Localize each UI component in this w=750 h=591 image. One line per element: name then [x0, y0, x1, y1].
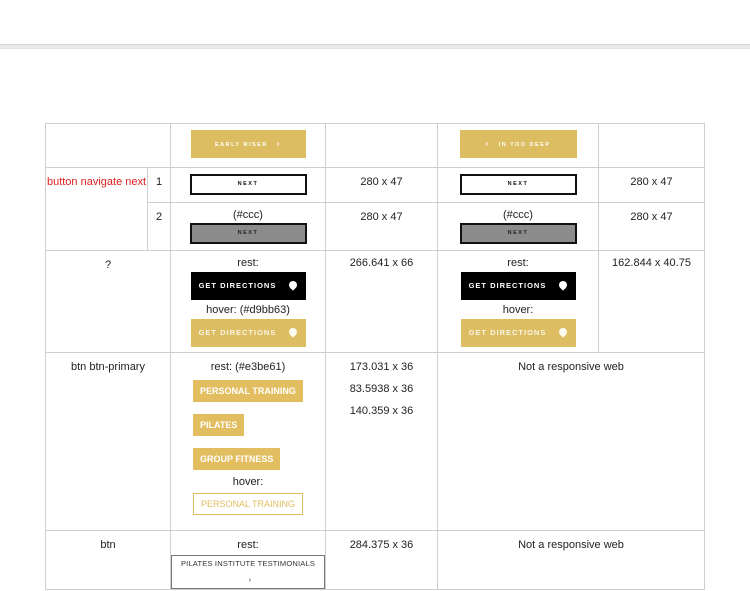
testimonials-button[interactable]: PILATES INSTITUTE TESTIMONIALS › — [171, 555, 325, 589]
table-row: btn rest: PILATES INSTITUTE TESTIMONIALS… — [45, 530, 705, 590]
next-button-gray[interactable]: NEXT — [189, 223, 307, 244]
row-label-navigate-next: button navigate next — [46, 176, 147, 188]
size-value: 280 x 47 — [630, 211, 673, 223]
variant-number: 1 — [155, 176, 163, 188]
hover-label: hover: — [232, 476, 264, 488]
get-directions-button[interactable]: GET DIRECTIONS — [460, 272, 576, 300]
next-label: NEXT — [507, 181, 529, 187]
get-directions-button-hover[interactable]: GET DIRECTIONS — [190, 319, 306, 347]
color-note: (#ccc) — [233, 209, 263, 221]
get-directions-button[interactable]: GET DIRECTIONS — [190, 272, 306, 300]
table-row: btn btn-primary rest: (#e3be61) PERSONAL… — [45, 352, 705, 531]
note-text: Not a responsive web — [518, 539, 624, 551]
rest-label: rest: — [507, 257, 529, 269]
hover-label: hover: (#d9bb63) — [206, 304, 290, 316]
early-riser-label: EARLY RISER — [214, 142, 268, 148]
map-pin-icon — [557, 326, 570, 338]
top-divider — [0, 44, 750, 49]
next-button-outline[interactable]: NEXT — [189, 174, 307, 195]
size-value: 284.375 x 36 — [349, 539, 414, 551]
rest-label: rest: — [237, 539, 259, 551]
get-directions-label: GET DIRECTIONS — [468, 281, 547, 290]
chevron-right-icon: › — [276, 139, 282, 148]
map-pin-icon — [557, 279, 570, 291]
hover-label: hover: — [502, 304, 534, 316]
size-value: 280 x 47 — [360, 176, 403, 188]
get-directions-label: GET DIRECTIONS — [198, 281, 277, 290]
testimonials-label: PILATES INSTITUTE TESTIMONIALS — [180, 559, 316, 568]
pilates-button[interactable]: PILATES — [193, 414, 245, 436]
early-riser-button[interactable]: EARLY RISER › — [190, 130, 306, 158]
personal-training-button-hover[interactable]: PERSONAL TRAINING — [193, 493, 304, 515]
note-text: Not a responsive web — [518, 361, 624, 373]
get-directions-button-hover[interactable]: GET DIRECTIONS — [460, 319, 576, 347]
rest-label: rest: — [237, 257, 259, 269]
button-spec-table: EARLY RISER › ‹ IN TOO DEEP button navig… — [45, 123, 705, 590]
group-fitness-button[interactable]: GROUP FITNESS — [193, 448, 281, 470]
chevron-right-icon: › — [248, 575, 252, 584]
table-row: ? rest: GET DIRECTIONS hover: (#d9bb63) … — [45, 250, 705, 353]
get-directions-label: GET DIRECTIONS — [468, 328, 547, 337]
size-value: 162.844 x 40.75 — [612, 257, 691, 269]
size-value: 280 x 47 — [360, 211, 403, 223]
browser-top-area — [0, 0, 750, 44]
variant-number: 2 — [155, 211, 163, 223]
next-label: NEXT — [237, 181, 259, 187]
map-pin-icon — [287, 326, 300, 338]
row-label: btn — [100, 539, 116, 551]
table-row: button navigate next 1 NEXT 280 x 47 NEX… — [45, 167, 705, 251]
next-label: NEXT — [507, 230, 529, 236]
next-button-outline[interactable]: NEXT — [459, 174, 577, 195]
chevron-left-icon: ‹ — [485, 139, 490, 148]
in-too-deep-label: IN TOO DEEP — [498, 142, 551, 148]
size-value: 280 x 47 — [630, 176, 673, 188]
size-value: 83.5938 x 36 — [349, 383, 414, 395]
get-directions-label: GET DIRECTIONS — [198, 328, 277, 337]
table-row: EARLY RISER › ‹ IN TOO DEEP — [45, 123, 705, 168]
row-label: btn btn-primary — [71, 361, 145, 373]
size-value: 266.641 x 66 — [349, 257, 414, 269]
color-note: (#ccc) — [503, 209, 533, 221]
personal-training-button[interactable]: PERSONAL TRAINING — [193, 380, 303, 402]
row-label: ? — [104, 259, 112, 271]
in-too-deep-button[interactable]: ‹ IN TOO DEEP — [459, 130, 577, 158]
map-pin-icon — [287, 279, 300, 291]
rest-label: rest: (#e3be61) — [210, 361, 286, 373]
next-button-gray[interactable]: NEXT — [459, 223, 577, 244]
size-value: 140.359 x 36 — [349, 405, 414, 417]
next-label: NEXT — [237, 230, 259, 236]
size-value: 173.031 x 36 — [349, 361, 414, 373]
